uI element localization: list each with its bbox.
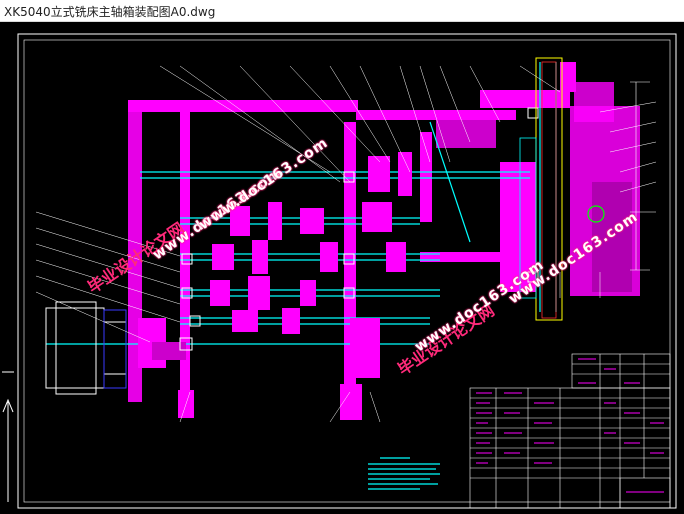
parts-list-text	[476, 358, 664, 493]
housing-frame	[128, 62, 640, 420]
window-title: XK5040立式铣床主轴箱装配图A0.dwg	[4, 5, 216, 19]
parts-list-table	[469, 353, 671, 509]
window-titlebar: XK5040立式铣床主轴箱装配图A0.dwg	[0, 0, 684, 22]
technical-notes	[368, 457, 440, 490]
motor	[45, 301, 127, 395]
ucs-icon	[2, 371, 14, 502]
drawing-canvas[interactable]: 毕业设计论文网 www.doc163.com 毕业设计论文网 www.doc16…	[0, 22, 684, 514]
